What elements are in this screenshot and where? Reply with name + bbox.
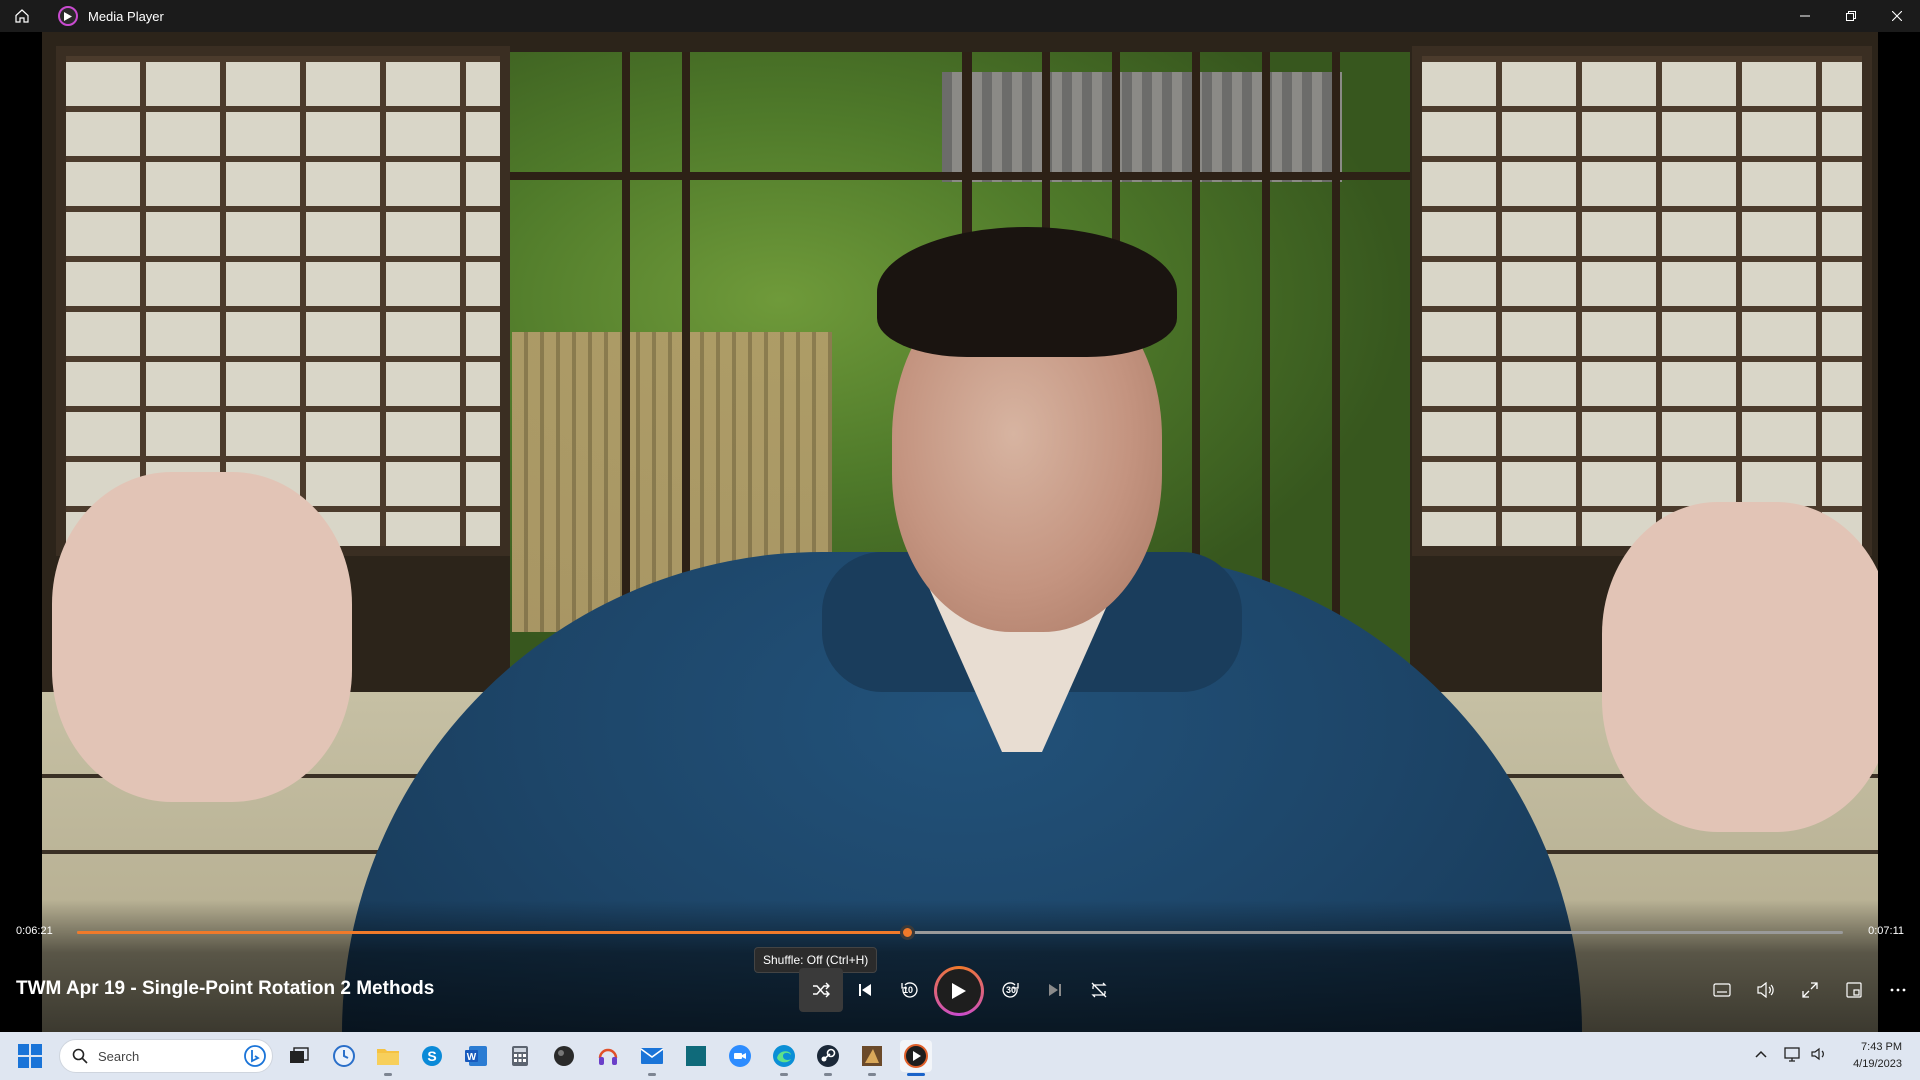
taskbar-clock-app[interactable] [328, 1040, 360, 1072]
taskbar-clock[interactable]: 7:43 PM 4/19/2023 [1853, 1039, 1902, 1073]
clock-date: 4/19/2023 [1853, 1058, 1902, 1070]
home-icon [15, 9, 29, 23]
steam-icon [817, 1045, 839, 1067]
captions-icon [1713, 983, 1731, 997]
network-icon [1784, 1047, 1800, 1062]
mini-player-icon [1846, 982, 1862, 998]
video-shoji-right [1412, 46, 1872, 556]
mini-player-button[interactable] [1832, 968, 1876, 1012]
taskbar-skype[interactable]: S [416, 1040, 448, 1072]
clock-app-icon [333, 1045, 355, 1067]
previous-icon [859, 984, 871, 996]
close-button[interactable] [1874, 0, 1920, 32]
media-player-taskbar-icon [904, 1044, 928, 1068]
taskbar-audio-app[interactable] [592, 1040, 624, 1072]
next-button[interactable] [1033, 968, 1077, 1012]
shuffle-button[interactable] [799, 968, 843, 1012]
more-options-button[interactable] [1876, 968, 1920, 1012]
window-title: Media Player [88, 8, 164, 24]
minimize-icon [1800, 15, 1810, 17]
title-bar: Media Player [0, 0, 1920, 32]
bing-icon [244, 1045, 266, 1067]
media-title: TWM Apr 19 - Single-Point Rotation 2 Met… [16, 978, 435, 999]
tray-network-button[interactable] [1784, 1043, 1802, 1070]
play-icon [952, 983, 966, 999]
teal-app-icon [686, 1046, 706, 1066]
repeat-off-icon [1091, 982, 1107, 998]
calculator-icon [512, 1046, 528, 1066]
start-button[interactable] [18, 1044, 42, 1073]
volume-icon [1757, 982, 1774, 998]
captions-button[interactable] [1700, 968, 1744, 1012]
skip-forward-label: 30 [1006, 985, 1017, 995]
mail-icon [640, 1048, 664, 1064]
elapsed-time: 0:06:21 [16, 925, 53, 937]
restore-icon [1846, 11, 1856, 21]
video-shoji-left [56, 46, 510, 556]
seek-bar-thumb[interactable] [900, 925, 915, 940]
play-button[interactable] [934, 966, 984, 1016]
seek-bar[interactable] [77, 925, 1843, 940]
taskbar-mail[interactable] [636, 1040, 668, 1072]
play-button-inner [937, 969, 981, 1013]
folder-icon [377, 1049, 399, 1065]
clock-time: 7:43 PM [1861, 1041, 1902, 1053]
media-player-window: Media Player 0:06:21 0:07:11 TWM Apr 19 … [0, 0, 1920, 1032]
video-right-hand [1602, 502, 1878, 832]
repeat-button[interactable] [1077, 968, 1121, 1012]
taskbar-game-app[interactable] [856, 1040, 888, 1072]
total-duration: 0:07:11 [1868, 925, 1904, 937]
more-options-icon [1890, 988, 1906, 992]
taskbar-file-explorer[interactable] [372, 1040, 404, 1072]
taskbar-search-box[interactable]: Search [59, 1039, 273, 1073]
taskbar-zoom[interactable] [724, 1040, 756, 1072]
minimize-button[interactable] [1782, 0, 1828, 32]
word-icon: W [465, 1046, 487, 1066]
speaker-icon [1811, 1047, 1824, 1061]
video-roof [942, 72, 1342, 182]
taskbar-word[interactable]: W [460, 1040, 492, 1072]
tray-overflow-button[interactable] [1754, 1043, 1768, 1070]
skip-back-button[interactable]: 10 [887, 968, 931, 1012]
fullscreen-button[interactable] [1788, 968, 1832, 1012]
tray-volume-button[interactable] [1810, 1043, 1828, 1070]
restore-button[interactable] [1828, 0, 1874, 32]
windows-logo-icon [18, 1044, 42, 1068]
game-app-icon [862, 1046, 882, 1066]
zoom-icon [729, 1045, 751, 1067]
task-view-icon [290, 1047, 309, 1063]
home-button[interactable] [0, 0, 44, 32]
video-left-hand [52, 472, 352, 802]
previous-button[interactable] [843, 968, 887, 1012]
search-placeholder: Search [98, 1048, 140, 1064]
taskbar-app-dark[interactable] [548, 1040, 580, 1072]
taskbar-media-player[interactable] [900, 1040, 932, 1072]
taskbar-calculator[interactable] [504, 1040, 536, 1072]
volume-button[interactable] [1744, 968, 1788, 1012]
next-icon [1049, 984, 1061, 996]
taskbar-edge[interactable] [768, 1040, 800, 1072]
shuffle-icon [813, 982, 830, 998]
taskbar-teal-app[interactable] [680, 1040, 712, 1072]
chevron-up-icon [1755, 1050, 1767, 1058]
svg-text:S: S [427, 1048, 436, 1064]
taskbar-task-view[interactable] [283, 1040, 315, 1072]
close-icon [1892, 11, 1902, 21]
taskbar-steam[interactable] [812, 1040, 844, 1072]
skype-icon: S [422, 1046, 442, 1066]
skip-forward-button[interactable]: 30 [989, 968, 1033, 1012]
search-icon [72, 1048, 88, 1064]
skip-back-label: 10 [903, 985, 914, 995]
fullscreen-icon [1802, 982, 1818, 998]
headphones-icon [598, 1048, 618, 1065]
edge-browser-icon [773, 1045, 795, 1067]
video-person-hair [877, 227, 1177, 357]
video-frame[interactable] [42, 32, 1878, 1032]
seek-bar-progress [77, 931, 907, 934]
svg-text:W: W [467, 1052, 477, 1063]
media-player-app-icon [58, 6, 78, 26]
dark-orb-icon [554, 1046, 574, 1066]
